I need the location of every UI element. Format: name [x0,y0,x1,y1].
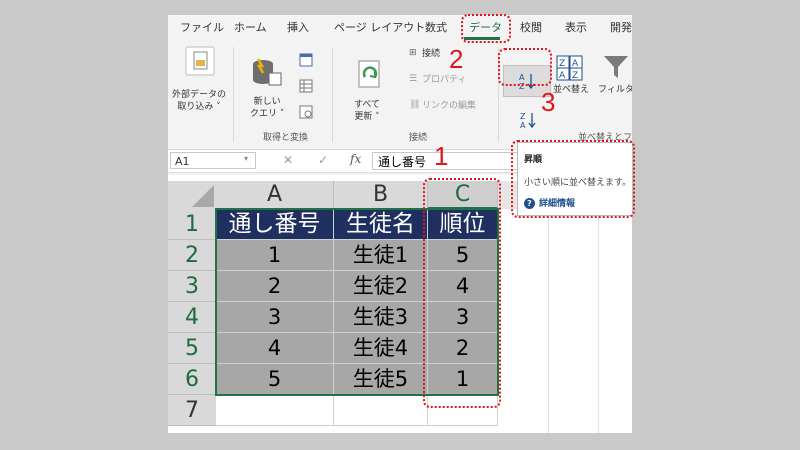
insert-function-icon[interactable]: fx [350,152,361,166]
tab-developer[interactable]: 開発 [610,19,632,35]
edit-links-icon: ⛓ [409,100,421,110]
from-table-icon[interactable] [299,79,313,93]
edit-links-label: リンクの編集 [422,101,477,111]
database-icon [253,58,282,86]
tab-review[interactable]: 校閲 [520,19,542,35]
sort-ascending-icon: A Z [519,73,535,90]
connections-icon: ⊞ [409,48,417,58]
ribbon-tabs: ファイル ホーム 挿入 ページ レイアウト 数式 データ 校閲 表示 開発 [168,15,632,41]
step-2-marker: 2 [449,44,464,74]
svg-text:A: A [559,71,566,81]
tab-formulas[interactable]: 数式 [425,19,447,35]
row-header-4[interactable]: 4 [168,302,216,333]
cell-c3[interactable]: 4 [428,271,498,302]
cell-a7[interactable] [216,395,334,426]
row-header-1[interactable]: 1 [168,209,216,240]
tab-data[interactable]: データ [469,19,502,35]
show-queries-icon[interactable] [299,53,313,67]
filter-funnel-icon [604,56,628,78]
step-1-marker: 1 [434,141,449,171]
ribbon-data: 外部データの 取り込み ˅ 新しい クエリ ˅ 取得と変換 すべて 更新 ˅ ⊞… [168,41,632,145]
tab-home[interactable]: ホーム [234,19,267,35]
cell-b1[interactable]: 生徒名 [334,209,428,240]
svg-text:Z: Z [559,59,565,69]
sort-dialog-icon: Z A A Z [556,55,583,81]
tooltip-title: 昇順 [524,155,543,165]
group-get-transform-label: 取得と変換 [263,133,309,143]
column-header-c[interactable]: C [428,181,498,209]
name-box-dropdown-icon[interactable]: ▾ [244,154,248,163]
step-3-marker: 3 [541,87,556,117]
svg-text:Z: Z [572,71,578,81]
group-divider [332,47,333,142]
cell-a2[interactable]: 1 [216,240,334,271]
tab-page-layout[interactable]: ページ レイアウト [334,19,425,35]
excel-window: ファイル ホーム 挿入 ページ レイアウト 数式 データ 校閲 表示 開発 外部… [168,15,632,433]
svg-text:A: A [519,73,525,82]
group-connections-label: 接続 [409,133,428,143]
cell-b5[interactable]: 生徒4 [334,333,428,364]
cell-a5[interactable]: 4 [216,333,334,364]
connections-label: 接続 [422,49,441,59]
group-divider [233,47,234,142]
properties-icon: ☰ [409,74,418,84]
cell-b4[interactable]: 生徒3 [334,302,428,333]
svg-text:Z: Z [520,112,526,121]
recent-sources-icon[interactable] [299,105,313,119]
external-data-icon [185,46,215,76]
tooltip-more-info-label: 詳細情報 [539,199,576,209]
tab-insert[interactable]: 挿入 [287,19,309,35]
svg-text:A: A [572,59,579,69]
column-header-b[interactable]: B [334,181,428,209]
cell-c6[interactable]: 1 [428,364,498,395]
cell-a4[interactable]: 3 [216,302,334,333]
cell-c4[interactable]: 3 [428,302,498,333]
cell-c5[interactable]: 2 [428,333,498,364]
sort-descending-icon[interactable]: Z A [520,111,538,129]
tooltip-description: 小さい順に並べ替えます。 [524,178,632,188]
cell-c7[interactable] [428,395,498,426]
active-tab-indicator [464,37,500,40]
cell-b3[interactable]: 生徒2 [334,271,428,302]
row-header-7[interactable]: 7 [168,395,216,426]
cell-c2[interactable]: 5 [428,240,498,271]
svg-text:A: A [520,121,526,129]
cell-b6[interactable]: 生徒5 [334,364,428,395]
new-query-label: 新しい クエリ ˅ [250,97,285,119]
external-data-label: 外部データの 取り込み ˅ [172,90,227,112]
help-icon: ? [524,198,535,209]
tab-file[interactable]: ファイル [180,19,224,35]
select-all-corner[interactable] [168,181,216,209]
sort-ascending-tooltip: 昇順 小さい順に並べ替えます。 ? 詳細情報 [517,142,633,216]
cell-a6[interactable]: 5 [216,364,334,395]
gridline [548,181,549,433]
row-header-2[interactable]: 2 [168,240,216,271]
sort-label: 並べ替え [553,85,590,95]
refresh-all-label: すべて 更新 ˅ [354,100,381,122]
refresh-icon [358,60,380,88]
svg-text:Z: Z [519,82,525,90]
cancel-icon[interactable]: ✕ [283,153,293,167]
tooltip-more-info[interactable]: ? 詳細情報 [524,196,575,209]
row-header-5[interactable]: 5 [168,333,216,364]
column-header-a[interactable]: A [216,181,334,209]
properties-label: プロパティ [422,75,467,85]
enter-icon[interactable]: ✓ [318,153,328,167]
tab-view[interactable]: 表示 [565,19,587,35]
cell-b7[interactable] [334,395,428,426]
cell-a1[interactable]: 通し番号 [216,209,334,240]
cell-c1[interactable]: 順位 [428,209,498,240]
filter-label: フィルター [598,85,632,95]
row-header-3[interactable]: 3 [168,271,216,302]
row-header-6[interactable]: 6 [168,364,216,395]
group-divider [498,47,499,142]
cell-a3[interactable]: 2 [216,271,334,302]
gridline [598,181,599,433]
cell-b2[interactable]: 生徒1 [334,240,428,271]
